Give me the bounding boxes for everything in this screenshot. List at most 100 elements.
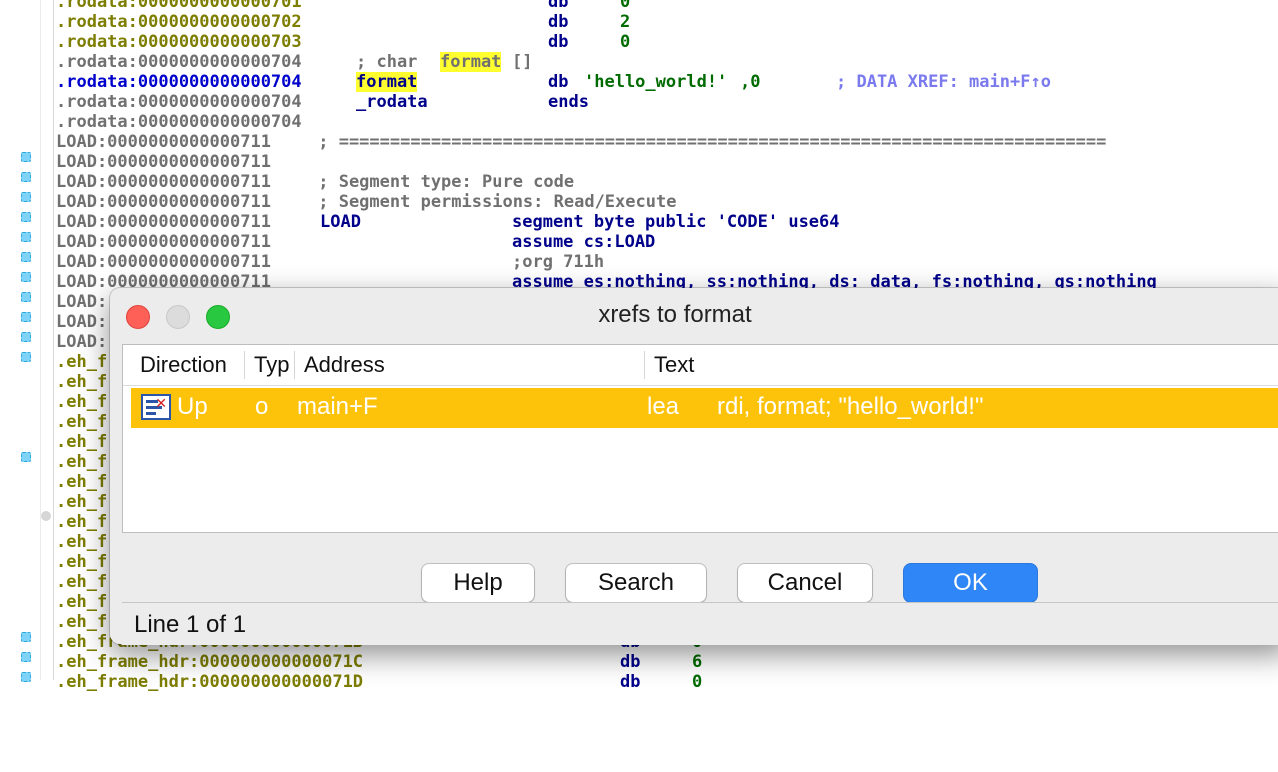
- line-address: .eh_f: [56, 352, 108, 372]
- breakpoint-marker-icon[interactable]: [21, 272, 31, 282]
- line-operand: 0: [620, 32, 631, 52]
- cancel-button[interactable]: Cancel: [738, 564, 872, 602]
- breakpoint-marker-icon[interactable]: [21, 252, 31, 262]
- table-row[interactable]: ✕ Up o main+F lea rdi, format; "hello_wo…: [131, 388, 1278, 428]
- line-address: .rodata:0000000000000702: [56, 12, 302, 32]
- dialog-titlebar[interactable]: xrefs to format: [110, 288, 1278, 342]
- listing-line[interactable]: .rodata:0000000000000704: [56, 112, 302, 132]
- breakpoint-marker-icon[interactable]: [21, 312, 31, 322]
- column-divider[interactable]: [294, 351, 295, 379]
- line-mnemonic: db: [548, 32, 569, 52]
- listing-line[interactable]: .eh_f: [56, 452, 107, 472]
- listing-line[interactable]: LOAD:: [56, 312, 107, 332]
- listing-line[interactable]: .eh_f: [56, 612, 107, 632]
- highlighted-identifier[interactable]: format: [440, 52, 502, 72]
- breakpoint-marker-icon[interactable]: [21, 192, 31, 202]
- column-divider[interactable]: [244, 351, 245, 379]
- line-address: .eh_f: [56, 392, 108, 412]
- cell-text-operands: rdi, format; "hello_world!": [717, 393, 984, 420]
- listing-line[interactable]: .rodata:0000000000000704 _rodata ends: [56, 92, 589, 112]
- listing-line[interactable]: .eh_frame_hdr:000000000000071D db 0: [56, 672, 702, 692]
- listing-line[interactable]: LOAD:0000000000000711 assume es:nothing,…: [56, 272, 1157, 292]
- breakpoint-marker-icon[interactable]: [21, 212, 31, 222]
- listing-line[interactable]: LOAD:0000000000000711 ;org 711h: [56, 252, 604, 272]
- column-header-type[interactable]: Typ: [254, 352, 292, 378]
- line-address: LOAD:0000000000000711: [56, 192, 271, 212]
- listing-line[interactable]: .eh_f: [56, 372, 107, 392]
- line-address: .eh_f: [56, 472, 108, 492]
- table-header: Direction Typ Address Text: [123, 345, 1278, 386]
- listing-line[interactable]: .eh_f: [56, 492, 107, 512]
- gutter-border: [53, 0, 54, 680]
- line-address: LOAD:0000000000000711: [56, 232, 271, 252]
- listing-line[interactable]: .rodata:0000000000000702 db 2: [56, 12, 630, 32]
- breakpoint-marker-icon[interactable]: [21, 652, 31, 662]
- listing-line[interactable]: .eh_f: [56, 432, 107, 452]
- breakpoint-marker-icon[interactable]: [21, 172, 31, 182]
- line-address: .eh_f: [56, 552, 108, 572]
- highlighted-identifier[interactable]: format: [356, 72, 418, 92]
- line-address: LOAD:0000000000000711: [56, 212, 271, 232]
- listing-line[interactable]: LOAD:0000000000000711 ; ================…: [56, 132, 1106, 152]
- listing-line[interactable]: .rodata:0000000000000701 db 0: [56, 0, 630, 12]
- breakpoint-marker-icon[interactable]: [21, 232, 31, 242]
- dialog-title: xrefs to format: [598, 301, 752, 328]
- breakpoint-marker-icon[interactable]: [21, 292, 31, 302]
- column-divider[interactable]: [644, 351, 645, 379]
- column-header-text[interactable]: Text: [654, 352, 954, 378]
- line-address: LOAD:: [56, 312, 108, 332]
- listing-line[interactable]: .eh_f: [56, 352, 107, 372]
- line-address: .rodata:0000000000000704: [56, 52, 302, 72]
- xref-comment[interactable]: ; DATA XREF: main+F↑o: [836, 72, 1051, 92]
- line-address: LOAD:0000000000000711: [56, 132, 271, 152]
- listing-line[interactable]: .eh_frame_hdr:000000000000071B db 0: [56, 632, 702, 652]
- line-address: .eh_f: [56, 592, 108, 612]
- listing-line[interactable]: .rodata:0000000000000704 ; char format […: [56, 52, 532, 72]
- line-address: .eh_frame_hdr:000000000000071C: [56, 652, 364, 672]
- listing-line[interactable]: .eh_f: [56, 552, 107, 572]
- line-address: .eh_frame_hdr:000000000000071D: [56, 672, 364, 692]
- xrefs-dialog[interactable]: xrefs to format Direction Typ Address Te…: [110, 288, 1278, 645]
- line-label[interactable]: LOAD: [320, 212, 361, 232]
- ok-button[interactable]: OK: [904, 564, 1037, 602]
- breakpoint-marker-icon[interactable]: [21, 352, 31, 362]
- listing-line[interactable]: LOAD:: [56, 292, 107, 312]
- line-comment: []: [512, 52, 533, 72]
- breakpoint-marker-icon[interactable]: [21, 152, 31, 162]
- listing-line[interactable]: .eh_f: [56, 412, 107, 432]
- breakpoint-marker-icon[interactable]: [21, 332, 31, 342]
- breakpoint-marker-icon[interactable]: [21, 672, 31, 682]
- listing-line[interactable]: .eh_f: [56, 472, 107, 492]
- listing-line[interactable]: LOAD:0000000000000711 ; Segment type: Pu…: [56, 172, 574, 192]
- listing-line[interactable]: LOAD:0000000000000711 LOAD segment byte …: [56, 212, 840, 232]
- line-address: .eh_f: [56, 432, 108, 452]
- column-header-address[interactable]: Address: [304, 352, 604, 378]
- listing-line[interactable]: .eh_frame_hdr:000000000000071C db 6: [56, 652, 702, 672]
- status-text: Line 1 of 1: [134, 611, 247, 638]
- line-operand: 0: [692, 672, 703, 692]
- listing-line[interactable]: .eh_f: [56, 512, 107, 532]
- help-button[interactable]: Help: [422, 564, 534, 602]
- listing-line[interactable]: .rodata:0000000000000703 db 0: [56, 32, 630, 52]
- breakpoint-marker-icon[interactable]: [21, 452, 31, 462]
- line-operand: 6: [692, 652, 703, 672]
- xrefs-table[interactable]: Direction Typ Address Text ✕ Up o main+F…: [122, 344, 1278, 533]
- listing-line[interactable]: LOAD:: [56, 332, 107, 352]
- listing-line[interactable]: .eh_f: [56, 532, 107, 552]
- listing-line[interactable]: .eh_f: [56, 392, 107, 412]
- listing-line[interactable]: LOAD:0000000000000711 assume cs:LOAD: [56, 232, 655, 252]
- listing-line-current[interactable]: .rodata:0000000000000704 format db 'hell…: [56, 72, 1051, 92]
- listing-line[interactable]: .eh_f: [56, 592, 107, 612]
- dialog-statusbar: Line 1 of 1: [122, 602, 1278, 645]
- disassembly-listing[interactable]: .rodata:0000000000000701 db 0 .rodata:00…: [56, 0, 1157, 692]
- line-comment: ; Segment permissions: Read/Execute: [308, 192, 677, 212]
- line-mnemonic: db: [620, 672, 641, 692]
- line-label[interactable]: _rodata: [356, 92, 428, 112]
- search-button[interactable]: Search: [566, 564, 706, 602]
- listing-line[interactable]: LOAD:0000000000000711 ; Segment permissi…: [56, 192, 676, 212]
- listing-line[interactable]: LOAD:0000000000000711: [56, 152, 271, 172]
- column-header-direction[interactable]: Direction: [140, 352, 240, 378]
- listing-line[interactable]: .eh_f: [56, 572, 107, 592]
- line-address: LOAD:0000000000000711: [56, 172, 271, 192]
- breakpoint-marker-icon[interactable]: [21, 632, 31, 642]
